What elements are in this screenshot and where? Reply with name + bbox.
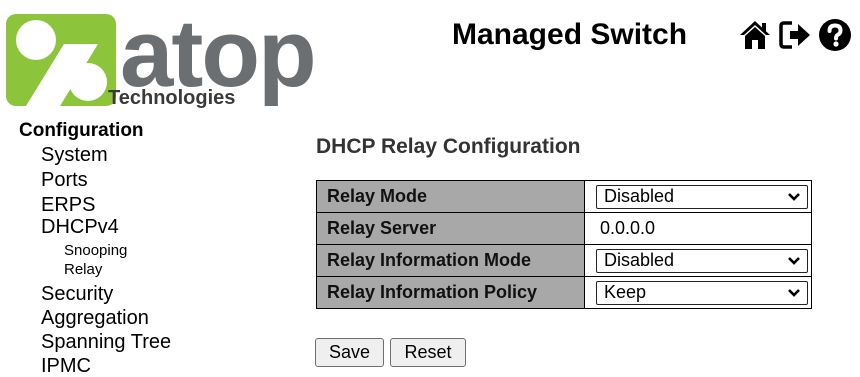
- sidebar-item-relay[interactable]: Relay: [64, 262, 102, 277]
- relay-information-policy-value: Keep: [604, 282, 647, 302]
- chevron-down-icon: [788, 192, 800, 201]
- help-icon[interactable]: [818, 18, 852, 52]
- relay-mode-label: Relay Mode: [316, 180, 585, 213]
- table-row: Relay Mode Disabled: [316, 180, 812, 213]
- sidebar-item-ports[interactable]: Ports: [41, 170, 88, 190]
- save-button[interactable]: Save: [315, 338, 384, 367]
- page-title: DHCP Relay Configuration: [316, 135, 581, 158]
- relay-information-mode-label: Relay Information Mode: [316, 244, 585, 277]
- relay-information-policy-label: Relay Information Policy: [316, 276, 585, 309]
- chevron-down-icon: [788, 256, 800, 265]
- table-row: Relay Information Mode Disabled: [316, 244, 812, 277]
- app-title: Managed Switch: [452, 18, 688, 51]
- sidebar-item-aggregation[interactable]: Aggregation: [41, 308, 149, 328]
- relay-information-mode-value: Disabled: [604, 250, 675, 270]
- sidebar-item-system[interactable]: System: [41, 145, 108, 165]
- relay-information-policy-select[interactable]: Keep: [596, 280, 808, 305]
- relay-server-label: Relay Server: [316, 212, 585, 245]
- table-row: Relay Server 0.0.0.0: [316, 212, 812, 245]
- table-row: Relay Information Policy Keep: [316, 276, 812, 309]
- sidebar-item-spanning-tree[interactable]: Spanning Tree: [41, 332, 171, 352]
- sidebar-item-dhcpv4[interactable]: DHCPv4: [41, 217, 119, 237]
- relay-config-table: Relay Mode Disabled Relay Server 0.0.0.0…: [316, 180, 812, 309]
- relay-server-input[interactable]: 0.0.0.0: [596, 217, 811, 241]
- reset-button[interactable]: Reset: [390, 338, 466, 367]
- sidebar-item-security[interactable]: Security: [41, 284, 113, 304]
- chevron-down-icon: [788, 288, 800, 297]
- sidebar-item-ipmc[interactable]: IPMC: [41, 356, 91, 376]
- sidebar-nav: Configuration System Ports ERPS DHCPv4 S…: [0, 0, 300, 376]
- sidebar-item-snooping[interactable]: Snooping: [64, 243, 127, 258]
- relay-mode-select[interactable]: Disabled: [596, 184, 808, 209]
- home-icon[interactable]: [738, 18, 772, 52]
- sidebar-item-erps[interactable]: ERPS: [41, 195, 95, 215]
- sidebar-section-configuration: Configuration: [19, 120, 144, 141]
- logout-icon[interactable]: [778, 18, 812, 52]
- relay-information-mode-select[interactable]: Disabled: [596, 248, 808, 273]
- relay-mode-value: Disabled: [604, 186, 675, 206]
